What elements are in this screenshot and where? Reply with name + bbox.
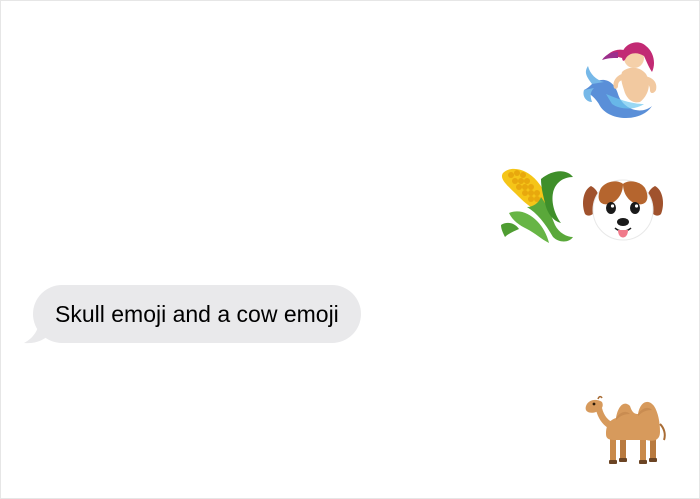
- message-bubble[interactable]: Skull emoji and a cow emoji: [33, 285, 361, 343]
- mermaid-icon: [583, 42, 657, 118]
- corn-icon: [501, 168, 573, 243]
- dog-face-icon: [583, 179, 663, 241]
- message-text: Skull emoji and a cow emoji: [55, 300, 339, 327]
- camel-icon: [585, 395, 666, 464]
